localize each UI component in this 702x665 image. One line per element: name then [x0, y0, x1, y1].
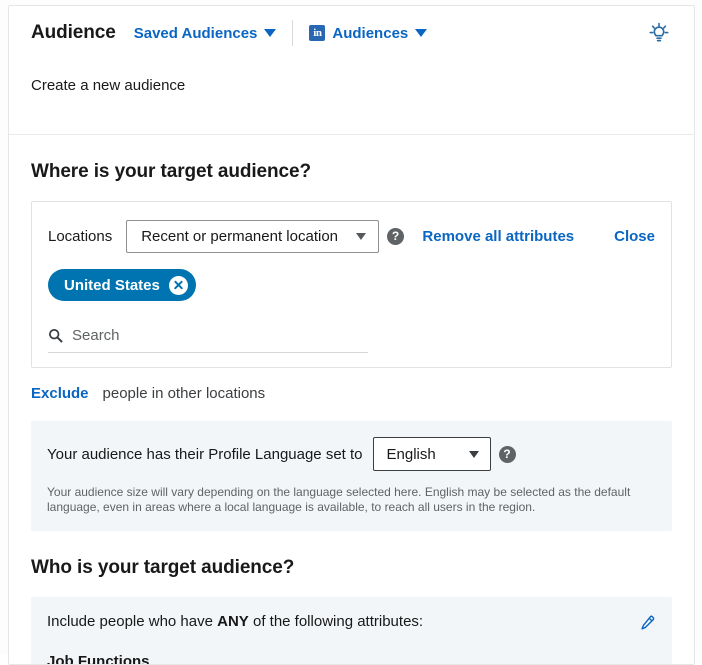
where-section-title: Where is your target audience? [31, 161, 311, 182]
profile-language-label: Your audience has their Profile Language… [47, 445, 363, 463]
audience-page: Audience Saved Audiences in Audiences Cr… [0, 0, 702, 665]
include-suffix: of the following attributes: [248, 613, 424, 630]
remove-location-icon[interactable] [168, 275, 188, 295]
location-chip-label: United States [64, 276, 160, 294]
locations-actions: Remove all attributes Close [422, 228, 655, 245]
locations-panel: Locations Recent or permanent location ?… [31, 201, 672, 368]
linkedin-logo-icon: in [309, 25, 326, 41]
card-subheader: Create a new audience [9, 60, 694, 135]
location-chip-united-states[interactable]: United States [48, 269, 196, 301]
location-search[interactable] [48, 327, 368, 353]
locations-control-row: Locations Recent or permanent location ?… [48, 220, 655, 253]
search-input[interactable] [72, 327, 368, 344]
location-help-icon[interactable]: ? [387, 228, 404, 245]
linkedin-audiences-dropdown[interactable]: in Audiences [309, 24, 428, 42]
profile-language-select[interactable]: English [372, 437, 491, 471]
header-divider [292, 20, 294, 46]
chevron-down-icon [468, 450, 479, 458]
close-link[interactable]: Close [614, 228, 655, 245]
remove-all-attributes-link[interactable]: Remove all attributes [422, 228, 574, 245]
search-icon [48, 328, 63, 343]
profile-language-panel: Your audience has their Profile Language… [31, 421, 672, 531]
exclude-link[interactable]: Exclude [31, 385, 89, 402]
attributes-header: Include people who have ANY of the follo… [47, 613, 656, 633]
language-help-icon[interactable]: ? [498, 445, 516, 463]
include-prefix: Include people who have [47, 613, 218, 630]
profile-language-value: English [386, 445, 436, 463]
card-body: Where is your target audience? Locations… [9, 161, 694, 665]
selected-locations: United States [48, 269, 655, 301]
chevron-down-icon [356, 233, 366, 240]
lightbulb-icon[interactable] [644, 18, 674, 48]
location-type-value: Recent or permanent location [141, 228, 338, 245]
page-title: Audience [31, 22, 116, 43]
chevron-down-icon [264, 29, 277, 37]
include-emphasis: ANY [217, 613, 249, 630]
location-type-select[interactable]: Recent or permanent location [126, 220, 379, 253]
audience-card: Audience Saved Audiences in Audiences Cr… [8, 5, 695, 665]
pencil-icon[interactable] [636, 613, 656, 633]
saved-audiences-dropdown[interactable]: Saved Audiences [134, 25, 277, 42]
include-people-text: Include people who have ANY of the follo… [47, 613, 423, 630]
exclude-row: Exclude people in other locations [31, 385, 672, 402]
attributes-panel: Include people who have ANY of the follo… [31, 597, 672, 665]
exclude-description: people in other locations [102, 385, 266, 402]
who-section-title: Who is your target audience? [31, 557, 295, 578]
linkedin-audiences-label: Audiences [332, 24, 409, 42]
chevron-down-icon [415, 29, 428, 37]
profile-language-row: Your audience has their Profile Language… [47, 437, 656, 471]
locations-label: Locations [48, 228, 113, 245]
create-audience-text: Create a new audience [31, 77, 186, 94]
saved-audiences-label: Saved Audiences [133, 24, 258, 42]
profile-language-note: Your audience size will vary depending o… [47, 485, 631, 514]
attribute-group-title: Job Functions [47, 653, 150, 665]
card-header: Audience Saved Audiences in Audiences [9, 6, 694, 60]
